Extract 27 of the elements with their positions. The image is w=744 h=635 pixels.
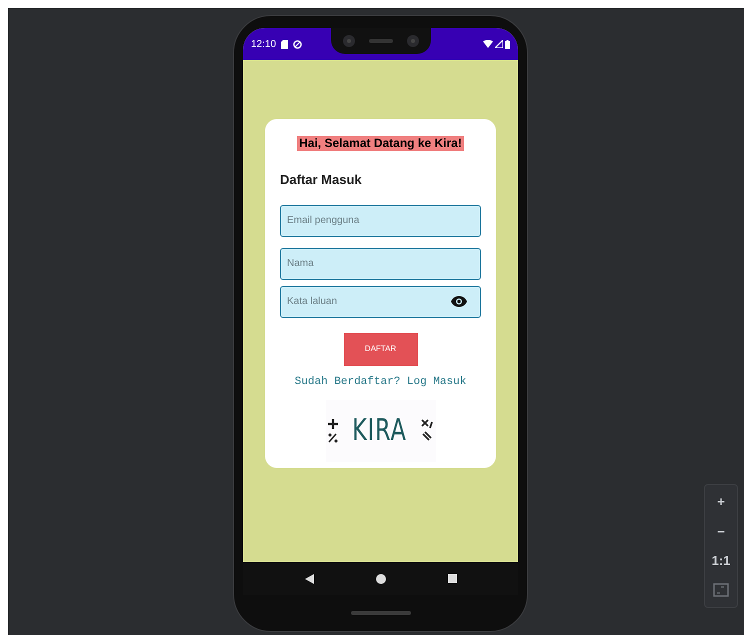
wifi-icon: [483, 40, 493, 48]
login-link[interactable]: Sudah Berdaftar? Log Masuk: [294, 374, 466, 390]
input-field[interactable]: Email pengguna: [280, 204, 481, 236]
greeting-text: Hai, Selamat Datang ke Kira!: [297, 136, 464, 151]
logo-text: KIRA: [352, 416, 407, 446]
status-time: 12:10: [251, 38, 276, 52]
back-icon[interactable]: [304, 574, 314, 584]
camera-icon: [343, 35, 355, 47]
camera-icon: [407, 35, 419, 47]
sync-icon: [293, 40, 302, 48]
zoom-button[interactable]: +: [708, 488, 734, 515]
zoom-button[interactable]: −: [708, 518, 734, 544]
input-field[interactable]: Nama: [280, 248, 481, 280]
overview-icon[interactable]: [448, 574, 456, 583]
zoom-button[interactable]: 1:1: [708, 548, 734, 574]
math-symbols-icon: [327, 418, 340, 444]
speaker-grille-icon: [369, 39, 393, 43]
home-icon[interactable]: [376, 574, 386, 584]
submit-button[interactable]: DAFTAR: [344, 332, 418, 366]
input-field[interactable]: Kata laluan: [280, 286, 481, 318]
sd-card-icon: [281, 40, 288, 48]
signal-icon: [495, 40, 503, 48]
battery-icon: [505, 40, 510, 48]
form-heading: Daftar Masuk: [280, 171, 363, 189]
speaker-grille-icon: [350, 611, 410, 615]
eye-icon[interactable]: [451, 296, 467, 306]
fit-screen-icon[interactable]: [713, 583, 729, 598]
